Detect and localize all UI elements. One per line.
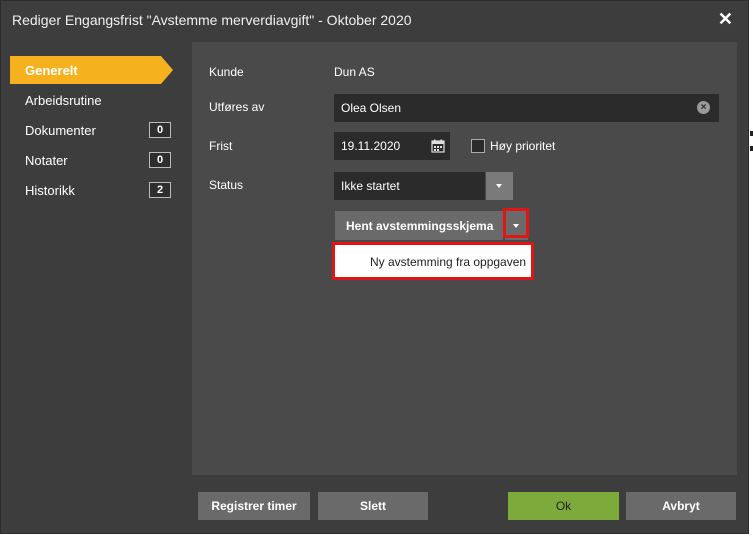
status-label: Status	[209, 178, 244, 192]
background-page-edge	[749, 127, 753, 157]
sidebar-item-label: Notater	[25, 153, 68, 168]
kunde-label: Kunde	[209, 65, 244, 79]
edit-deadline-dialog: Rediger Engangsfrist "Avstemme merverdia…	[0, 0, 749, 534]
close-icon[interactable]: ✕	[718, 10, 733, 28]
utfores-label: Utføres av	[209, 100, 265, 114]
sidebar-item-dokumenter[interactable]: Dokumenter 0	[10, 116, 171, 144]
registrer-timer-button[interactable]: Registrer timer	[198, 492, 310, 520]
sidebar-item-notater[interactable]: Notater 0	[10, 146, 171, 174]
sidebar-item-label: Generelt	[25, 63, 78, 78]
dialog-title: Rediger Engangsfrist "Avstemme merverdia…	[12, 12, 412, 28]
hoy-prioritet-checkbox[interactable]	[471, 139, 485, 153]
sidebar-item-arbeidsrutine[interactable]: Arbeidsrutine	[10, 86, 161, 114]
hent-avstemmingsskjema-button[interactable]: Hent avstemmingsskjema	[335, 211, 503, 240]
count-badge: 0	[149, 152, 171, 168]
calendar-icon[interactable]	[431, 139, 445, 153]
utfores-av-field[interactable]: Olea Olsen ×	[334, 94, 719, 122]
hoy-prioritet-label: Høy prioritet	[490, 139, 556, 153]
sidebar-item-label: Historikk	[25, 183, 75, 198]
menu-item-label: Ny avstemming fra oppgaven	[370, 255, 527, 269]
sidebar-item-historikk[interactable]: Historikk 2	[10, 176, 171, 204]
sidebar-item-label: Arbeidsrutine	[25, 93, 102, 108]
sidebar-nav: Generelt Arbeidsrutine Dokumenter 0 Nota…	[10, 56, 180, 206]
hent-dropdown-menu: Ny avstemming fra oppgaven	[332, 242, 534, 280]
status-dropdown-button[interactable]	[486, 172, 513, 200]
chevron-down-icon	[496, 184, 502, 188]
count-badge: 2	[149, 182, 171, 198]
ok-button[interactable]: Ok	[508, 492, 619, 520]
dialog-titlebar: Rediger Engangsfrist "Avstemme merverdia…	[1, 1, 748, 39]
avbryt-button[interactable]: Avbryt	[626, 492, 736, 520]
frist-date-field[interactable]: 19.11.2020	[334, 132, 450, 160]
sidebar-item-generelt[interactable]: Generelt	[10, 56, 173, 84]
utfores-av-value: Olea Olsen	[341, 101, 402, 115]
clear-icon[interactable]: ×	[697, 101, 710, 114]
hent-button-label: Hent avstemmingsskjema	[346, 219, 494, 233]
status-value: Ikke startet	[341, 179, 400, 193]
frist-label: Frist	[209, 139, 233, 153]
frist-value: 19.11.2020	[341, 139, 401, 153]
status-select[interactable]: Ikke startet	[334, 172, 485, 200]
general-panel: Kunde Dun AS Utføres av Olea Olsen × Fri…	[192, 42, 737, 475]
kunde-value: Dun AS	[334, 65, 375, 79]
slett-button[interactable]: Slett	[318, 492, 428, 520]
menu-item-ny-avstemming[interactable]: Ny avstemming fra oppgaven	[338, 247, 528, 275]
sidebar-item-label: Dokumenter	[25, 123, 96, 138]
count-badge: 0	[149, 122, 171, 138]
highlight-dropdown-toggle	[503, 208, 529, 238]
